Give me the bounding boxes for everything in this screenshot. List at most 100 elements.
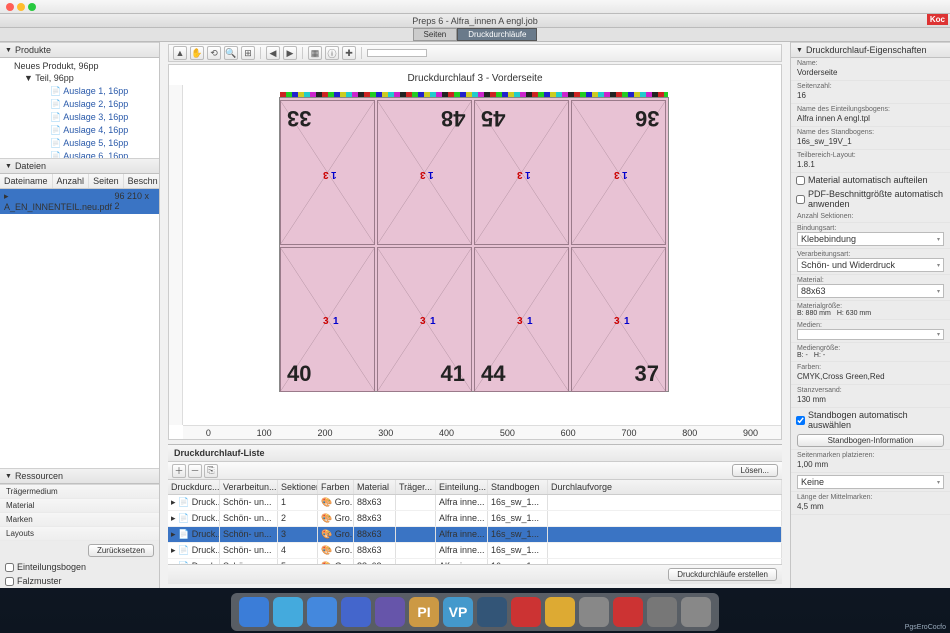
zoom-icon[interactable]: 🔍 xyxy=(224,46,238,60)
std-info-button[interactable]: Standbogen-Information xyxy=(797,434,944,447)
table-row[interactable]: ▸ 📄 Druck...Schön- un...1🎨 Gro...88x63Al… xyxy=(168,495,782,511)
remove-run-icon[interactable]: － xyxy=(188,464,202,478)
resource-item[interactable]: Layouts xyxy=(0,527,159,541)
ruler-vertical xyxy=(169,85,183,425)
measure-icon[interactable]: ⊞ xyxy=(241,46,255,60)
table-row[interactable]: ▸ 📄 Druck...Schön- un...2🎨 Gro...88x63Al… xyxy=(168,511,782,527)
resources-header[interactable]: ▼Ressourcen xyxy=(0,468,159,484)
grid-icon[interactable]: ▦ xyxy=(308,46,322,60)
mail-icon[interactable] xyxy=(307,597,337,627)
chevron-down-icon: ▾ xyxy=(937,479,940,486)
tree-signature[interactable]: 📄 Auslage 6, 16pp xyxy=(14,150,159,158)
window-controls[interactable] xyxy=(6,3,36,11)
sheet-title: Druckdurchlauf 3 - Vorderseite xyxy=(169,65,781,88)
create-runs-button[interactable]: Druckdurchläufe erstellen xyxy=(668,568,777,581)
placemarks-select[interactable]: Keine▾ xyxy=(797,475,944,489)
tree-root[interactable]: Neues Produkt, 96pp xyxy=(0,60,159,72)
dock[interactable]: PIVP xyxy=(231,593,719,631)
acrobat-icon[interactable] xyxy=(511,597,541,627)
pages-icon[interactable] xyxy=(545,597,575,627)
products-header[interactable]: ▼Produkte xyxy=(0,42,159,58)
reset-button[interactable]: Zurücksetzen xyxy=(88,544,154,557)
imposition-page[interactable]: 4031 xyxy=(280,247,375,392)
safari-icon[interactable] xyxy=(273,597,303,627)
resource-item[interactable]: Material xyxy=(0,499,159,513)
imposition-page[interactable]: 4431 xyxy=(474,247,569,392)
tree-signature[interactable]: 📄 Auslage 2, 16pp xyxy=(14,98,159,111)
preview-icon[interactable] xyxy=(375,597,405,627)
run-table[interactable]: Druckdurc...Verarbeitun...SektionenFarbe… xyxy=(168,480,782,564)
chk-auto-split[interactable]: Material automatisch aufteilen xyxy=(791,173,950,187)
resource-item[interactable]: Trägermedium xyxy=(0,485,159,499)
imposition-page[interactable]: 4531 xyxy=(474,100,569,245)
status-text: PgsEroCocfo xyxy=(905,624,946,631)
tree-signature[interactable]: 📄 Auslage 3, 16pp xyxy=(14,111,159,124)
tree-part[interactable]: ▼ Teil, 96pp xyxy=(0,72,159,84)
tab-pages[interactable]: Seiten xyxy=(413,28,458,41)
left-sidebar: ▼Produkte Neues Produkt, 96pp ▼ Teil, 96… xyxy=(0,42,160,588)
settings-icon[interactable] xyxy=(647,597,677,627)
reader-icon[interactable] xyxy=(613,597,643,627)
appstore-icon[interactable] xyxy=(341,597,371,627)
imposition-page[interactable]: 4131 xyxy=(377,247,472,392)
run-list-panel: Druckdurchlauf-Liste ＋ － ⎘ Lösen... Druc… xyxy=(168,444,782,584)
delete-button[interactable]: Lösen... xyxy=(732,464,778,477)
zoom-slider[interactable] xyxy=(367,49,427,57)
table-row[interactable]: ▸ 📄 Druck...Schön- un...3🎨 Gro...88x63Al… xyxy=(168,527,782,543)
chk-auto-std[interactable]: Standbogen automatisch auswählen xyxy=(791,408,950,432)
close-icon[interactable] xyxy=(6,3,14,11)
minimize-icon[interactable] xyxy=(17,3,25,11)
imposition-page[interactable]: 3331 xyxy=(280,100,375,245)
printer-icon[interactable] xyxy=(579,597,609,627)
files-list[interactable]: ▸ A_EN_INNENTEIL.neu.pdf96 210 x 2 xyxy=(0,189,159,299)
marks-icon[interactable]: ✚ xyxy=(342,46,356,60)
tab-runs[interactable]: Druckdurchläufe xyxy=(457,28,537,41)
chevron-down-icon: ▾ xyxy=(937,331,940,338)
trash-icon[interactable] xyxy=(681,597,711,627)
zoom-icon[interactable] xyxy=(28,3,36,11)
next-icon[interactable]: ▶ xyxy=(283,46,297,60)
hand-icon[interactable]: ✋ xyxy=(190,46,204,60)
checkbox-layout-sheet[interactable]: Einteilungsbogen xyxy=(0,560,159,574)
mac-menubar xyxy=(0,0,950,14)
finder-icon[interactable] xyxy=(239,597,269,627)
files-columns: DateinameAnzahlSeitenBeschn xyxy=(0,174,159,189)
file-row[interactable]: ▸ A_EN_INNENTEIL.neu.pdf96 210 x 2 xyxy=(0,189,159,214)
chevron-down-icon: ▾ xyxy=(937,262,940,269)
table-row[interactable]: ▸ 📄 Druck...Schön- un...4🎨 Gro...88x63Al… xyxy=(168,543,782,559)
workstyle-select[interactable]: Schön- und Widerdruck▾ xyxy=(797,258,944,272)
rotate-icon[interactable]: ⟲ xyxy=(207,46,221,60)
vp-icon[interactable]: VP xyxy=(443,597,473,627)
media-select[interactable]: ▾ xyxy=(797,329,944,340)
resource-item[interactable]: Marken xyxy=(0,513,159,527)
tree-signature[interactable]: 📄 Auslage 1, 16pp xyxy=(14,85,159,98)
canvas[interactable]: Druckdurchlauf 3 - Vorderseite 010020030… xyxy=(168,64,782,440)
pointer-icon[interactable]: ▲ xyxy=(173,46,187,60)
prev-icon[interactable]: ◀ xyxy=(266,46,280,60)
add-run-icon[interactable]: ＋ xyxy=(172,464,186,478)
tree-signature[interactable]: 📄 Auslage 5, 16pp xyxy=(14,137,159,150)
material-select[interactable]: 88x63▾ xyxy=(797,284,944,298)
ruler-horizontal: 0100200300400500600700800900 xyxy=(183,425,781,439)
duplicate-icon[interactable]: ⎘ xyxy=(204,464,218,478)
window-title: Preps 6 - Alfra_innen A engl.job xyxy=(0,14,950,28)
imposition-page[interactable]: 3631 xyxy=(571,100,666,245)
properties-header: ▼Druckdurchlauf-Eigenschaften xyxy=(791,42,950,58)
properties-panel: ▼Druckdurchlauf-Eigenschaften Name:Vorde… xyxy=(790,42,950,588)
files-header[interactable]: ▼Dateien xyxy=(0,158,159,174)
product-tree[interactable]: Neues Produkt, 96pp ▼ Teil, 96pp 📄 Ausla… xyxy=(0,58,159,158)
photoshop-icon[interactable] xyxy=(477,597,507,627)
brand-badge: Koc xyxy=(927,14,948,25)
resource-list[interactable]: TrägermediumMaterialMarkenLayouts xyxy=(0,484,159,541)
pi-icon[interactable]: PI xyxy=(409,597,439,627)
chevron-down-icon: ▾ xyxy=(937,236,940,243)
tree-signature[interactable]: 📄 Auslage 4, 16pp xyxy=(14,124,159,137)
imposition-page[interactable]: 3731 xyxy=(571,247,666,392)
binding-select[interactable]: Klebebindung▾ xyxy=(797,232,944,246)
checkbox-fold-pattern[interactable]: Falzmuster xyxy=(0,574,159,588)
info-icon[interactable]: ⓘ xyxy=(325,46,339,60)
imposition-sheet[interactable]: 3331483145313631 4031413144313731 xyxy=(279,97,669,392)
imposition-page[interactable]: 4831 xyxy=(377,100,472,245)
center-area: ▲ ✋ ⟲ 🔍 ⊞ ◀ ▶ ▦ ⓘ ✚ Druckdurchlauf 3 - V… xyxy=(160,42,790,588)
chk-auto-trim[interactable]: PDF-Beschnittgrößte automatisch anwenden xyxy=(791,187,950,211)
